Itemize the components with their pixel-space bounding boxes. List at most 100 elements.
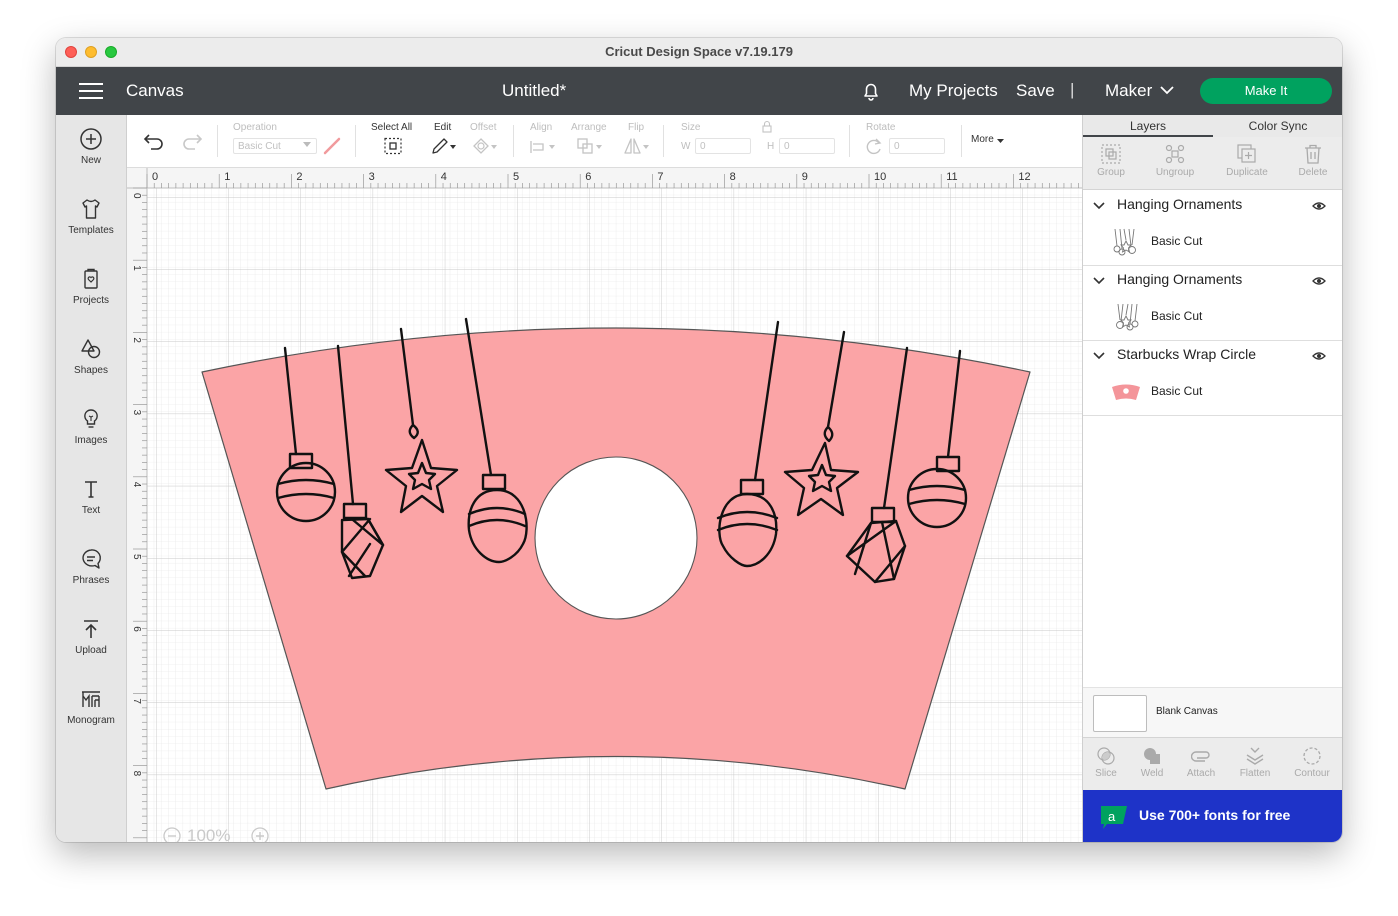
attach-button[interactable]: Attach bbox=[1175, 746, 1227, 779]
layer-group[interactable]: Starbucks Wrap Circle Basic Cut bbox=[1083, 340, 1342, 416]
machine-select[interactable]: Maker bbox=[1105, 81, 1152, 101]
layer-actions: Group Ungroup Duplicate Delete bbox=[1083, 137, 1342, 190]
ungroup-button[interactable]: Ungroup bbox=[1143, 143, 1207, 178]
wrap-thumbnail bbox=[1112, 384, 1140, 400]
sidebar-item-new[interactable]: New bbox=[56, 127, 126, 166]
layer-name: Hanging Ornaments bbox=[1117, 196, 1243, 212]
redo-icon[interactable] bbox=[181, 132, 203, 150]
group-label: Group bbox=[1097, 167, 1125, 178]
layer-group[interactable]: Hanging Ornaments Basic Cut bbox=[1083, 265, 1342, 341]
lightbulb-icon bbox=[84, 409, 98, 428]
promo-text: Use 700+ fonts for free bbox=[1139, 807, 1291, 823]
panel-tabs: Layers Color Sync bbox=[1083, 115, 1342, 137]
toolbar-divider bbox=[217, 125, 218, 157]
wrap-artwork[interactable] bbox=[127, 168, 1082, 842]
toolbar-divider bbox=[849, 125, 850, 157]
chevron-down-icon[interactable] bbox=[1093, 202, 1105, 210]
width-input[interactable]: 0 bbox=[695, 138, 751, 154]
chevron-down-icon[interactable] bbox=[1160, 85, 1174, 95]
header-divider: | bbox=[1070, 80, 1075, 99]
layer-operation: Basic Cut bbox=[1151, 309, 1203, 323]
shapes-icon bbox=[81, 339, 101, 359]
sidebar-item-label: Upload bbox=[75, 645, 107, 656]
zoom-control: 100% bbox=[157, 822, 307, 842]
section-title: Canvas bbox=[126, 81, 184, 100]
blank-canvas-row[interactable]: Blank Canvas bbox=[1083, 687, 1342, 738]
layer-group[interactable]: Hanging Ornaments Basic Cut bbox=[1083, 190, 1342, 266]
monogram-icon bbox=[82, 691, 100, 707]
sidebar-item-upload[interactable]: Upload bbox=[56, 617, 126, 656]
edit-toolbar: Operation Basic Cut Select All Edit Offs… bbox=[127, 115, 1082, 168]
menu-icon[interactable] bbox=[79, 83, 103, 100]
contour-button[interactable]: Contour bbox=[1286, 746, 1338, 779]
duplicate-label: Duplicate bbox=[1226, 167, 1268, 178]
eye-icon[interactable] bbox=[1312, 351, 1326, 361]
sidebar-item-label: Monogram bbox=[67, 715, 115, 726]
path-actions: Slice Weld Attach Flatten Contour bbox=[1083, 737, 1342, 790]
sidebar-item-label: Images bbox=[74, 435, 108, 446]
tshirt-icon bbox=[82, 199, 100, 219]
font-promo-icon: a bbox=[1101, 806, 1127, 829]
make-it-button[interactable]: Make It bbox=[1200, 78, 1332, 104]
delete-label: Delete bbox=[1298, 167, 1328, 178]
zoom-out-icon[interactable] bbox=[163, 827, 181, 842]
sidebar-item-monogram[interactable]: Monogram bbox=[56, 687, 126, 726]
undo-icon[interactable] bbox=[143, 132, 165, 150]
weld-button[interactable]: Weld bbox=[1126, 746, 1178, 779]
promo-banner[interactable]: a Use 700+ fonts for free bbox=[1083, 790, 1342, 842]
align-icon bbox=[530, 141, 555, 153]
save-button[interactable]: Save bbox=[1016, 81, 1055, 101]
eye-icon[interactable] bbox=[1312, 201, 1326, 211]
arrange-label: Arrange bbox=[571, 122, 607, 133]
chevron-down-icon[interactable] bbox=[1093, 277, 1105, 285]
rotate-input[interactable]: 0 bbox=[889, 138, 945, 154]
select-all-icon[interactable] bbox=[383, 137, 403, 155]
contour-label: Contour bbox=[1294, 768, 1330, 779]
eye-icon[interactable] bbox=[1312, 276, 1326, 286]
design-canvas[interactable]: 0 1 2 3 4 5 6 7 8 9 10 11 12 012345678 1… bbox=[127, 168, 1082, 842]
rotate-icon bbox=[866, 138, 882, 155]
slice-button[interactable]: Slice bbox=[1080, 746, 1132, 779]
chevron-down-icon[interactable] bbox=[1093, 352, 1105, 360]
trash-icon bbox=[1305, 144, 1321, 164]
width-label: W bbox=[681, 141, 691, 152]
lock-icon bbox=[762, 120, 772, 133]
layer-operation: Basic Cut bbox=[1151, 234, 1203, 248]
sidebar-item-shapes[interactable]: Shapes bbox=[56, 337, 126, 376]
weld-label: Weld bbox=[1140, 768, 1164, 779]
flatten-button[interactable]: Flatten bbox=[1229, 746, 1281, 779]
align-label: Align bbox=[530, 122, 553, 133]
flatten-label: Flatten bbox=[1239, 768, 1271, 779]
sidebar-item-images[interactable]: Images bbox=[56, 407, 126, 446]
zoom-level: 100% bbox=[187, 826, 231, 842]
operation-label: Operation bbox=[233, 122, 277, 133]
window-title: Cricut Design Space v7.19.179 bbox=[605, 44, 793, 59]
more-menu[interactable]: More bbox=[971, 134, 994, 145]
sidebar-item-projects[interactable]: Projects bbox=[56, 267, 126, 306]
edit-pencil-icon[interactable] bbox=[430, 137, 458, 155]
notification-bell-icon[interactable] bbox=[860, 80, 882, 102]
zoom-in-icon[interactable] bbox=[251, 827, 269, 842]
plus-circle-icon bbox=[80, 128, 102, 150]
duplicate-icon bbox=[1237, 144, 1256, 163]
height-label: H bbox=[767, 141, 775, 152]
flip-icon bbox=[624, 138, 649, 154]
duplicate-button[interactable]: Duplicate bbox=[1215, 143, 1279, 178]
group-button[interactable]: Group bbox=[1079, 143, 1143, 178]
sidebar-item-text[interactable]: Text bbox=[56, 477, 126, 516]
pen-color-icon[interactable] bbox=[323, 137, 343, 155]
sidebar-item-templates[interactable]: Templates bbox=[56, 197, 126, 236]
delete-button[interactable]: Delete bbox=[1281, 143, 1342, 178]
tab-color-sync[interactable]: Color Sync bbox=[1213, 119, 1342, 133]
layer-name: Starbucks Wrap Circle bbox=[1117, 346, 1257, 362]
sidebar-item-phrases[interactable]: Phrases bbox=[56, 547, 126, 586]
document-title[interactable]: Untitled* bbox=[502, 81, 566, 101]
tab-layers[interactable]: Layers bbox=[1083, 119, 1213, 133]
svg-text:a: a bbox=[1108, 809, 1116, 824]
app-header: Canvas Untitled* My Projects Save | Make… bbox=[56, 67, 1342, 115]
slice-label: Slice bbox=[1095, 768, 1117, 779]
height-input[interactable]: 0 bbox=[779, 138, 835, 154]
toolbar-divider bbox=[513, 125, 514, 157]
weld-icon bbox=[1144, 748, 1160, 764]
my-projects-link[interactable]: My Projects bbox=[909, 81, 998, 101]
